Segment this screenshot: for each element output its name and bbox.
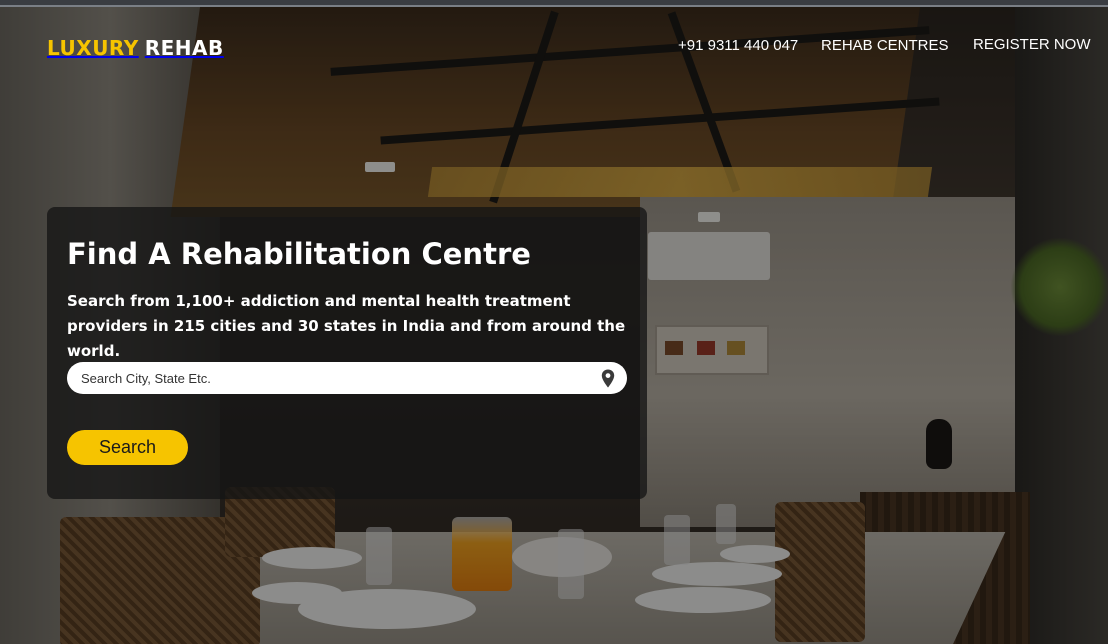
search-panel: Find A Rehabilitation Centre Search from… bbox=[47, 207, 647, 499]
nav-rehab-centres-link[interactable]: REHAB CENTRES bbox=[821, 37, 949, 54]
browser-top-edge bbox=[0, 0, 1108, 7]
location-search-box bbox=[67, 362, 627, 394]
search-button[interactable]: Search bbox=[67, 430, 188, 465]
main-nav: +91 9311 440 047 REHAB CENTRES REGISTER … bbox=[0, 36, 1108, 57]
page-title: Find A Rehabilitation Centre bbox=[67, 237, 531, 271]
hero-description: Search from 1,100+ addiction and mental … bbox=[67, 292, 626, 360]
nav-register-now-link[interactable]: REGISTER NOW bbox=[973, 36, 1091, 53]
nav-phone-link[interactable]: +91 9311 440 047 bbox=[678, 37, 798, 54]
map-pin-icon[interactable] bbox=[601, 369, 615, 388]
site-header: LUXURY REHAB +91 9311 440 047 REHAB CENTR… bbox=[0, 7, 1108, 87]
location-search-input[interactable] bbox=[81, 362, 581, 394]
